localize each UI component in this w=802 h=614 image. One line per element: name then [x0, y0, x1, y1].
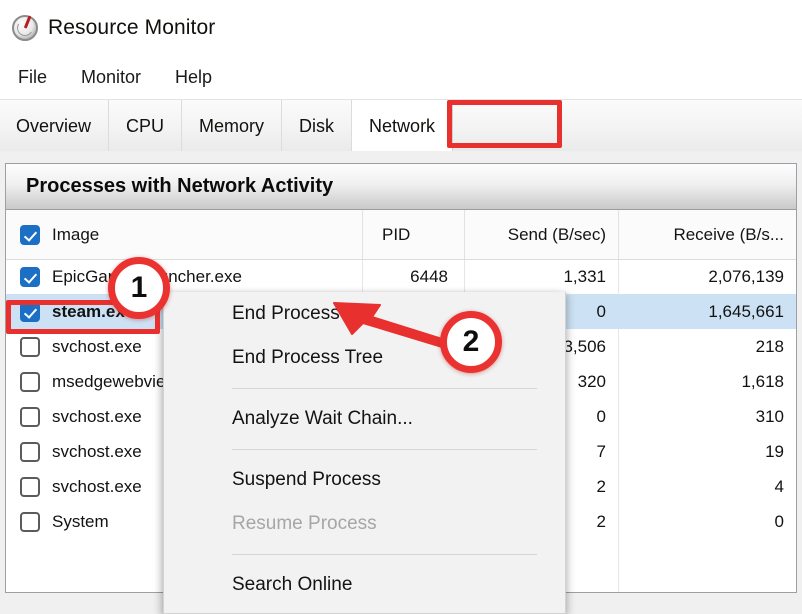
context-menu-item-resume-process: Resume Process — [232, 513, 377, 534]
row-process-name: System — [52, 511, 109, 531]
menu-item-file[interactable]: File — [18, 65, 47, 90]
context-menu-separator — [232, 554, 537, 555]
row-pid-cell: 6448 — [410, 266, 448, 286]
resource-monitor-gauge-icon — [12, 15, 38, 41]
row-checkbox[interactable] — [20, 336, 40, 357]
menu-item-monitor[interactable]: Monitor — [81, 65, 141, 90]
row-checkbox[interactable] — [20, 441, 40, 462]
context-menu-item-suspend-process[interactable]: Suspend Process — [164, 458, 565, 502]
context-menu-item-end-process-tree[interactable]: End Process Tree — [164, 336, 565, 380]
row-receive-cell: 4 — [774, 476, 784, 496]
row-checkbox[interactable] — [20, 266, 40, 287]
row-receive-cell: 310 — [755, 406, 784, 426]
tab-disk[interactable]: Disk — [282, 100, 353, 152]
tab-network[interactable]: Network — [352, 100, 454, 152]
tab-strip: Overview CPU Memory Disk Network — [0, 99, 802, 153]
section-title: Processes with Network Activity — [26, 175, 334, 197]
row-process-name: steam.exe — [52, 301, 135, 321]
tab-cpu[interactable]: CPU — [109, 100, 183, 152]
row-checkbox[interactable] — [20, 406, 40, 427]
table-header-row: Image PID Send (B/sec) Receive (B/s... — [6, 210, 796, 260]
column-header-image-label: Image — [52, 224, 100, 244]
title-bar: Resource Monitor — [0, 0, 802, 56]
window-title: Resource Monitor — [48, 16, 216, 39]
row-receive-cell: 218 — [755, 336, 784, 356]
row-receive-cell: 0 — [774, 511, 784, 531]
row-process-name: svchost.exe — [52, 441, 142, 461]
row-checkbox[interactable] — [20, 476, 40, 497]
context-menu-separator — [232, 449, 537, 450]
row-receive-cell: 1,618 — [741, 371, 784, 391]
process-context-menu: End Process End Process Tree Analyze Wai… — [163, 292, 566, 614]
tab-overview[interactable]: Overview — [0, 100, 110, 152]
menu-bar: File Monitor Help — [0, 56, 802, 99]
row-receive-cell: 1,645,661 — [708, 301, 784, 321]
row-checkbox[interactable] — [20, 301, 40, 322]
column-header-image[interactable]: Image — [6, 210, 362, 259]
table-row[interactable]: EpicGamesLauncher.exe 6448 1,331 2,076,1… — [6, 259, 796, 294]
context-menu-item-end-process[interactable]: End Process — [164, 292, 565, 336]
context-menu-separator — [232, 388, 537, 389]
resource-monitor-window: Resource Monitor File Monitor Help Overv… — [0, 0, 802, 614]
row-image-cell[interactable]: EpicGamesLauncher.exe — [6, 259, 362, 294]
column-header-receive[interactable]: Receive (B/s... — [618, 210, 796, 259]
menu-item-help[interactable]: Help — [175, 65, 212, 90]
context-menu-item-analyze-wait-chain[interactable]: Analyze Wait Chain... — [164, 397, 565, 441]
row-checkbox[interactable] — [20, 371, 40, 392]
row-send-cell: 1,331 — [563, 266, 606, 286]
row-process-name: EpicGamesLauncher.exe — [52, 266, 242, 286]
row-process-name: svchost.exe — [52, 476, 142, 496]
column-header-pid[interactable]: PID — [362, 210, 464, 259]
row-process-name: svchost.exe — [52, 336, 142, 356]
context-menu-item-search-online[interactable]: Search Online — [164, 563, 565, 607]
column-header-send[interactable]: Send (B/sec) — [464, 210, 618, 259]
row-receive-cell: 2,076,139 — [708, 266, 784, 286]
select-all-checkbox[interactable] — [20, 224, 40, 245]
section-header-processes[interactable]: Processes with Network Activity — [6, 164, 796, 210]
row-receive-cell: 19 — [765, 441, 784, 461]
tab-memory[interactable]: Memory — [182, 100, 283, 152]
row-process-name: svchost.exe — [52, 406, 142, 426]
row-checkbox[interactable] — [20, 511, 40, 532]
